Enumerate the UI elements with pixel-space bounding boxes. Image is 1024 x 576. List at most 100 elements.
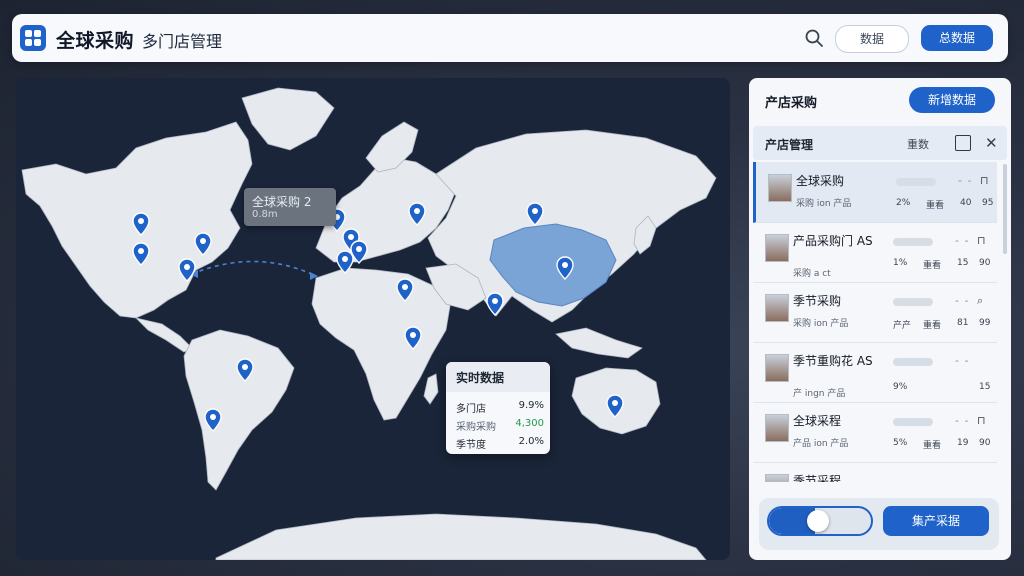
realtime-stat-card: 实时数据 多门店 9.9% 采购采购 4,300 季节度 2.0% bbox=[446, 362, 550, 454]
greenland-land bbox=[241, 87, 335, 151]
store-list: 全球采购 采购 ion 产品 - - ⊓ 2% 重看 40 95 产品采购门 A… bbox=[753, 162, 997, 482]
item-sub: 产品 ion 产品 bbox=[793, 439, 849, 449]
item-c4: 95 bbox=[982, 198, 994, 208]
item-c3: 40 bbox=[960, 198, 972, 208]
sort-button[interactable]: 重数 bbox=[907, 136, 929, 152]
map-pin-icon[interactable] bbox=[526, 202, 544, 226]
map-pin-icon[interactable] bbox=[404, 326, 422, 350]
total-data-button[interactable]: 总数据 bbox=[921, 25, 993, 51]
app-window: 全球采购 多门店管理 数据 总数据 全球采购 2 0.8m 实时数据 多门店 9… bbox=[0, 0, 1024, 576]
list-item[interactable]: 产品采购门 AS 采购 a ct - - ⊓ 1% 重看 15 90 bbox=[753, 222, 997, 283]
view-toggle[interactable] bbox=[767, 506, 873, 536]
route-line bbox=[191, 260, 317, 277]
map-pin-icon[interactable] bbox=[350, 240, 368, 264]
item-c4: 99 bbox=[979, 318, 991, 328]
list-item[interactable]: 全球采购 采购 ion 产品 - - ⊓ 2% 重看 40 95 bbox=[753, 162, 997, 223]
item-c3: 81 bbox=[957, 318, 969, 328]
stat-row: 采购采购 4,300 bbox=[456, 418, 544, 433]
map-pin-icon[interactable] bbox=[408, 202, 426, 226]
item-c4: 15 bbox=[979, 382, 991, 392]
item-c1: 1% bbox=[893, 258, 908, 268]
placeholder-bar bbox=[893, 298, 933, 306]
central-america-land bbox=[134, 317, 193, 353]
tooltip-title: 全球采购 2 bbox=[252, 195, 312, 209]
stat-row: 多门店 9.9% bbox=[456, 400, 544, 415]
item-c3: 19 bbox=[957, 438, 969, 448]
item-name: 季节采购 bbox=[793, 294, 842, 308]
world-map-svg bbox=[21, 87, 717, 560]
item-c1: 9% bbox=[893, 382, 908, 392]
placeholder-bar bbox=[893, 418, 933, 426]
item-c2: 重看 bbox=[926, 201, 945, 211]
app-title: 全球采购 bbox=[56, 30, 135, 52]
item-c1: 5% bbox=[893, 438, 908, 448]
stat-label: 采购采购 bbox=[456, 422, 496, 433]
madagascar-land bbox=[423, 373, 439, 405]
stat-value: 2.0% bbox=[518, 436, 544, 447]
southeast-asia-land bbox=[555, 327, 643, 359]
item-sub: 采购 ion 产品 bbox=[793, 319, 849, 329]
dash-marker: - - bbox=[955, 354, 970, 367]
search-icon[interactable] bbox=[804, 28, 824, 48]
item-sub: 采购 ion 产品 bbox=[796, 199, 852, 209]
app-subtitle: 多门店管理 bbox=[142, 32, 223, 51]
menu-icon[interactable]: ⊓ bbox=[977, 414, 986, 427]
list-item[interactable]: 季节采购 采购 ion 产品 - - ⌕ 产产 重看 81 99 bbox=[753, 282, 997, 343]
dash-marker: - - bbox=[955, 414, 970, 427]
panel-subheader: 产店管理 重数 ✕ bbox=[753, 126, 1007, 160]
item-name: 全球采程 bbox=[793, 414, 842, 428]
map-pin-icon[interactable] bbox=[606, 394, 624, 418]
stat-value: 4,300 bbox=[515, 418, 544, 429]
placeholder-bar bbox=[893, 358, 933, 366]
map-pin-icon[interactable] bbox=[194, 232, 212, 256]
item-name: 季节重购花 AS bbox=[793, 354, 873, 368]
list-item[interactable]: 季节重购花 AS 产 ingn 产品 - - 9% 15 bbox=[753, 342, 997, 403]
item-c2: 重看 bbox=[923, 321, 942, 331]
map-pin-icon[interactable] bbox=[396, 278, 414, 302]
item-name: 季节采程 bbox=[793, 474, 842, 482]
map-pin-icon[interactable] bbox=[204, 408, 222, 432]
add-data-button[interactable]: 新增数据 bbox=[909, 87, 995, 113]
list-item[interactable]: 全球采程 产品 ion 产品 - - ⊓ 5% 重看 19 90 bbox=[753, 402, 997, 463]
placeholder-bar bbox=[896, 178, 936, 186]
map-pin-icon[interactable] bbox=[132, 242, 150, 266]
menu-icon[interactable]: ⊓ bbox=[980, 174, 989, 187]
placeholder-bar bbox=[893, 238, 933, 246]
map-pin-icon[interactable] bbox=[132, 212, 150, 236]
app-logo-icon[interactable] bbox=[20, 25, 46, 51]
map-pin-icon[interactable] bbox=[178, 258, 196, 282]
world-map[interactable]: 全球采购 2 0.8m 实时数据 多门店 9.9% 采购采购 4,300 季节度… bbox=[16, 78, 730, 560]
list-scrollbar[interactable] bbox=[1003, 164, 1007, 254]
info-icon[interactable] bbox=[955, 135, 971, 151]
list-item[interactable]: 季节采程 bbox=[753, 462, 997, 482]
map-pin-icon[interactable] bbox=[556, 256, 574, 280]
data-button[interactable]: 数据 bbox=[835, 25, 909, 53]
item-name: 全球采购 bbox=[796, 174, 845, 188]
store-thumbnail bbox=[765, 474, 789, 482]
top-header: 全球采购 多门店管理 数据 总数据 bbox=[12, 14, 1008, 62]
panel-footer: 集产采据 bbox=[759, 498, 999, 550]
collect-data-button[interactable]: 集产采据 bbox=[883, 506, 989, 536]
store-thumbnail bbox=[765, 354, 789, 382]
item-c2: 重看 bbox=[923, 261, 942, 271]
menu-icon[interactable]: ⊓ bbox=[977, 234, 986, 247]
stat-card-title: 实时数据 bbox=[456, 371, 505, 385]
item-sub: 产 ingn 产品 bbox=[793, 389, 846, 399]
stat-label: 多门店 bbox=[456, 404, 486, 415]
dash-marker: - - bbox=[955, 234, 970, 247]
item-c3: 15 bbox=[957, 258, 969, 268]
item-c1: 产产 bbox=[893, 321, 912, 331]
antarctica-land bbox=[215, 513, 707, 560]
item-c1: 2% bbox=[896, 198, 911, 208]
tooltip-value: 0.8m bbox=[252, 209, 278, 220]
map-pin-icon[interactable] bbox=[486, 292, 504, 316]
close-icon[interactable]: ✕ bbox=[985, 134, 998, 152]
store-thumbnail bbox=[768, 174, 792, 202]
item-c4: 90 bbox=[979, 258, 991, 268]
item-name: 产品采购门 AS bbox=[793, 234, 873, 248]
dash-marker: - - bbox=[955, 294, 970, 307]
toggle-knob[interactable] bbox=[807, 510, 829, 532]
search-small-icon[interactable]: ⌕ bbox=[977, 294, 983, 308]
panel-title: 产店采购 bbox=[765, 96, 818, 111]
map-pin-icon[interactable] bbox=[236, 358, 254, 382]
